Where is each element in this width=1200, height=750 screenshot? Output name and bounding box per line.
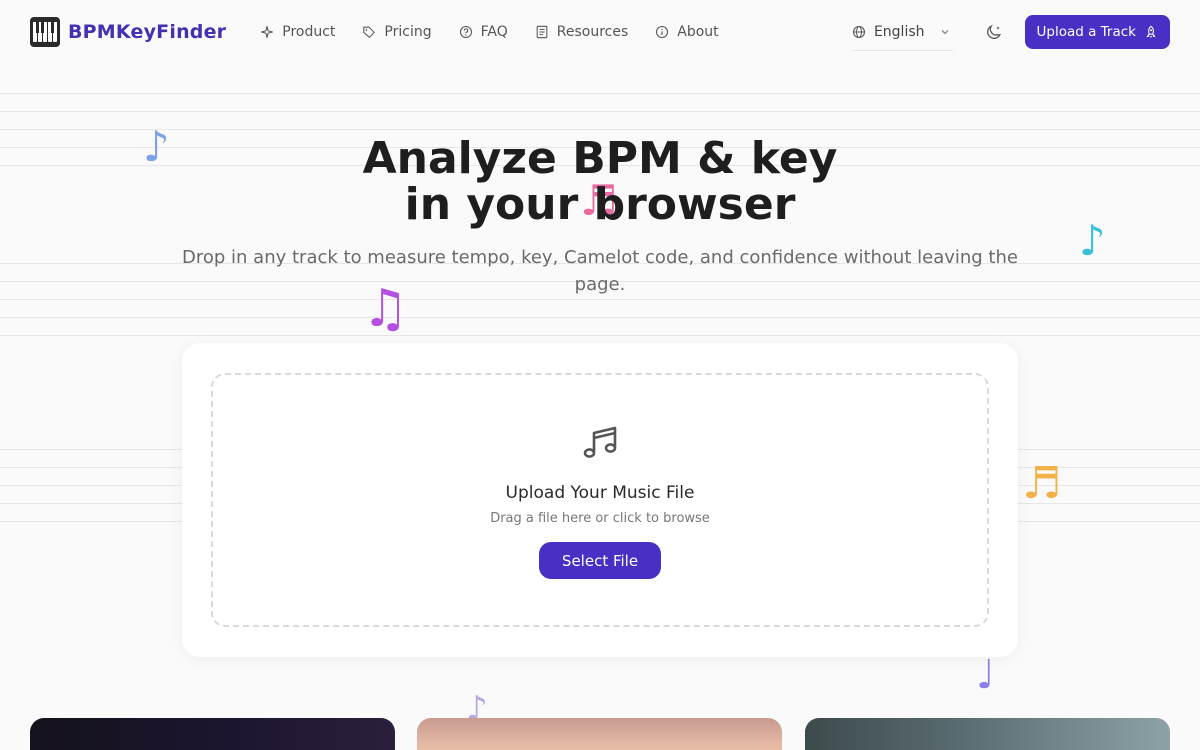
nav-item-label: FAQ: [480, 24, 508, 40]
hero-title-line-1: Analyze BPM & key: [362, 133, 838, 184]
language-label: English: [873, 23, 925, 40]
upload-track-label: Upload a Track: [1036, 24, 1136, 40]
info-icon: [656, 25, 669, 39]
preview-card-image[interactable]: [417, 718, 782, 750]
music-file-icon: [583, 426, 617, 458]
hero-title: Analyze BPM & key in your browser: [0, 136, 1200, 228]
nav-item-pricing[interactable]: Pricing: [362, 24, 432, 40]
upload-track-button[interactable]: Upload a Track: [1024, 15, 1170, 49]
music-note-icon: ♩: [976, 652, 995, 698]
nav-item-label: About: [677, 24, 719, 40]
document-icon: [536, 25, 548, 39]
nav-item-label: Pricing: [384, 24, 432, 40]
preview-card-image[interactable]: [30, 718, 395, 750]
sparkle-icon: [261, 26, 274, 38]
music-note-icon: ♬: [1022, 458, 1062, 509]
rocket-icon: [1146, 25, 1156, 38]
top-header: BPMKeyFinder Product Pricing FAQ Resourc…: [0, 0, 1200, 64]
upload-card: Upload Your Music File Drag a file here …: [182, 343, 1018, 657]
language-select[interactable]: English: [851, 18, 953, 51]
globe-icon: [852, 25, 865, 38]
chevron-down-icon: [941, 29, 948, 34]
main-nav: Product Pricing FAQ Resources About: [260, 24, 719, 40]
nav-item-resources[interactable]: Resources: [535, 24, 629, 40]
upload-title: Upload Your Music File: [505, 483, 695, 503]
nav-item-label: Product: [282, 24, 336, 40]
nav-item-product[interactable]: Product: [260, 24, 335, 40]
header-actions: English Upload a Track: [851, 14, 1170, 51]
nav-item-faq[interactable]: FAQ: [459, 24, 508, 40]
preview-card-image[interactable]: [805, 718, 1170, 750]
select-file-button[interactable]: Select File: [539, 542, 661, 579]
tag-icon: [363, 26, 376, 38]
upload-hint: Drag a file here or click to browse: [490, 511, 710, 526]
moon-icon[interactable]: [985, 23, 1003, 41]
file-dropzone[interactable]: Upload Your Music File Drag a file here …: [211, 373, 989, 627]
nav-item-about[interactable]: About: [655, 24, 719, 40]
hero-subtitle: Drop in any track to measure tempo, key,…: [182, 247, 1018, 295]
help-circle-icon: [459, 25, 472, 39]
brand-name: BPMKeyFinder: [68, 21, 227, 43]
nav-item-label: Resources: [556, 24, 629, 40]
brand-logo[interactable]: BPMKeyFinder: [30, 17, 226, 47]
hero-title-line-2: in your browser: [404, 179, 796, 230]
piano-icon: [30, 17, 60, 47]
